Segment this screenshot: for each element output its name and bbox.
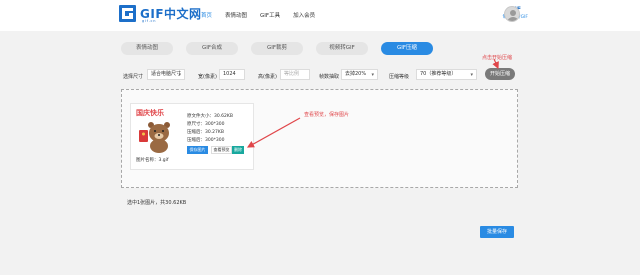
compressed-dims: 压缩后：300*300 bbox=[187, 138, 225, 143]
top-header: GIF中文网 gif.cn 首页 表情动图 GIF工具 加入会员 GIF 制作上… bbox=[0, 0, 640, 31]
chevron-down-icon: ▾ bbox=[178, 72, 181, 78]
width-label: 宽(像素) bbox=[198, 74, 217, 80]
compressed-size: 压缩后：30.27KB bbox=[187, 130, 224, 135]
avatar-body-icon bbox=[507, 17, 519, 21]
avatar-head-icon bbox=[510, 10, 516, 16]
tab-video-to-gif[interactable]: 视频转GIF bbox=[316, 42, 368, 55]
thumbnail-caption: 国庆快乐 bbox=[136, 109, 164, 117]
batch-save-button[interactable]: 批量保存 bbox=[480, 226, 514, 238]
annotation-start: 点击开始压缩 bbox=[482, 55, 513, 61]
tab-emoji-gifs[interactable]: 表情动图 bbox=[121, 42, 173, 55]
preview-button[interactable]: 查看预览 bbox=[211, 146, 232, 154]
nav-gif-tools[interactable]: GIF工具 bbox=[260, 11, 280, 19]
nav-home[interactable]: 首页 bbox=[201, 11, 212, 19]
file-name: 图片名称：3.gif bbox=[136, 158, 169, 163]
chevron-down-icon: ▾ bbox=[470, 72, 473, 78]
size-label: 选择尺寸 bbox=[123, 74, 144, 80]
tab-gif-crop[interactable]: GIF裁剪 bbox=[251, 42, 303, 55]
tab-gif-compress[interactable]: GIF压缩 bbox=[381, 42, 433, 55]
level-label: 压缩等级 bbox=[389, 74, 410, 80]
frame-skip-value: 去掉20% bbox=[345, 71, 367, 77]
width-input[interactable]: 1024 bbox=[219, 69, 245, 80]
frame-skip-label: 帧数抽取 bbox=[319, 74, 340, 80]
avatar[interactable] bbox=[504, 6, 520, 22]
start-compress-button[interactable]: 开始压缩 bbox=[485, 68, 515, 80]
logo-mark-icon bbox=[119, 5, 136, 22]
annotation-preview: 查看预览，保存图片 bbox=[304, 112, 350, 118]
chevron-down-icon: ▾ bbox=[371, 72, 374, 78]
frame-skip-select[interactable]: 去掉20% ▾ bbox=[341, 69, 378, 80]
size-select-value: 适合电脑尺寸 bbox=[151, 71, 182, 77]
nav-emoji-gifs[interactable]: 表情动图 bbox=[225, 11, 247, 19]
level-select-value: 70（推荐等级） bbox=[420, 71, 457, 77]
height-label: 高(像素) bbox=[258, 74, 277, 80]
selection-status: 选中1张图片，共30.62KB bbox=[127, 200, 187, 206]
tab-gif-merge[interactable]: GIF合成 bbox=[186, 42, 238, 55]
delete-button[interactable]: 删除 bbox=[232, 146, 244, 154]
original-dims: 原尺寸：300*300 bbox=[187, 122, 225, 127]
size-select[interactable]: 适合电脑尺寸 ▾ bbox=[147, 69, 185, 80]
nav-membership[interactable]: 加入会员 bbox=[293, 11, 315, 19]
main-nav: 首页 表情动图 GIF工具 加入会员 bbox=[201, 11, 328, 19]
height-input[interactable]: 等比例 bbox=[280, 69, 310, 80]
logo-domain: gif.cn bbox=[142, 19, 157, 23]
original-size: 原文件大小：30.62KB bbox=[187, 114, 233, 119]
save-image-button[interactable]: 保存图片 bbox=[187, 146, 208, 154]
level-select[interactable]: 70（推荐等级） ▾ bbox=[416, 69, 477, 80]
